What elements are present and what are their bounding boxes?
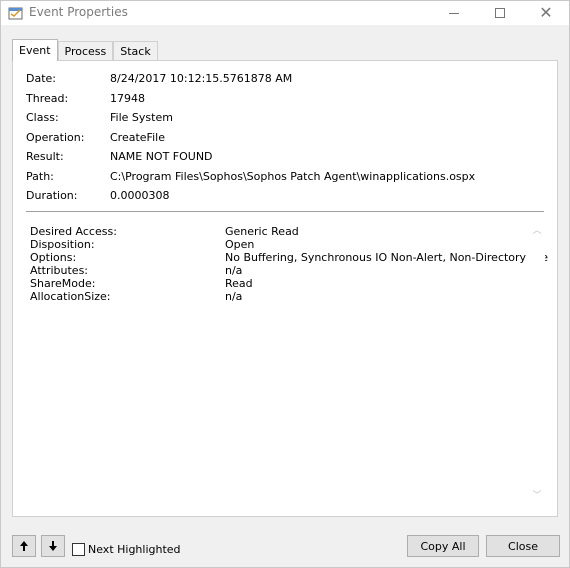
details-list[interactable]: Desired Access: Generic Read Disposition…	[26, 221, 548, 506]
detail-value: Generic Read	[225, 225, 299, 238]
arrow-up-icon	[20, 541, 28, 551]
window-title: Event Properties	[29, 5, 128, 19]
event-panel: Date: 8/24/2017 10:12:15.5761878 AM Thre…	[12, 60, 558, 517]
detail-label: AllocationSize:	[30, 290, 111, 303]
class-value: File System	[110, 111, 173, 124]
scroll-up-icon[interactable]: ︿	[532, 226, 542, 236]
operation-value: CreateFile	[110, 131, 165, 144]
result-value: NAME NOT FOUND	[110, 150, 213, 163]
previous-event-button[interactable]	[12, 535, 36, 557]
copy-all-button[interactable]: Copy All	[407, 535, 479, 557]
detail-value: Read	[225, 277, 253, 290]
close-window-button[interactable]: ✕	[523, 1, 569, 25]
minimize-icon	[449, 12, 459, 14]
maximize-button[interactable]	[477, 1, 523, 25]
tab-stack[interactable]: Stack	[113, 41, 158, 61]
scroll-down-icon[interactable]: ﹀	[532, 491, 542, 501]
path-value: C:\Program Files\Sophos\Sophos Patch Age…	[110, 170, 476, 183]
tab-strip: Event Process Stack	[12, 39, 158, 61]
detail-value: No Buffering, Synchronous IO Non-Alert, …	[225, 251, 548, 264]
event-properties-window: Event Properties ✕ Event Process Stack D…	[0, 0, 570, 568]
title-bar: Event Properties ✕	[1, 1, 569, 25]
duration-value: 0.0000308	[110, 189, 170, 202]
path-label: Path:	[26, 170, 54, 183]
detail-value: n/a	[225, 290, 243, 303]
detail-label: Desired Access:	[30, 225, 117, 238]
next-highlighted-checkbox[interactable]	[72, 543, 85, 556]
class-label: Class:	[26, 111, 59, 124]
duration-label: Duration:	[26, 189, 78, 202]
date-label: Date:	[26, 72, 56, 85]
next-highlighted-label[interactable]: Next Highlighted	[88, 543, 181, 556]
date-value: 8/24/2017 10:12:15.5761878 AM	[110, 72, 293, 85]
detail-label: Attributes:	[30, 264, 89, 277]
section-divider	[26, 211, 544, 212]
close-icon: ✕	[539, 3, 553, 22]
operation-label: Operation:	[26, 131, 85, 144]
arrow-down-icon	[49, 541, 57, 551]
maximize-icon	[495, 8, 505, 18]
detail-label: Disposition:	[30, 238, 95, 251]
tab-process[interactable]: Process	[57, 41, 114, 61]
thread-label: Thread:	[26, 92, 69, 105]
minimize-button[interactable]	[431, 1, 477, 25]
result-label: Result:	[26, 150, 64, 163]
detail-label: Options:	[30, 251, 77, 264]
close-button[interactable]: Close	[486, 535, 560, 557]
app-icon	[8, 7, 23, 20]
tab-event[interactable]: Event	[12, 39, 58, 61]
next-event-button[interactable]	[41, 535, 65, 557]
thread-value: 17948	[110, 92, 145, 105]
detail-value: Open	[225, 238, 255, 251]
details-scrollbar[interactable]: ︿ ﹀	[529, 222, 545, 505]
detail-label: ShareMode:	[30, 277, 96, 290]
detail-value: n/a	[225, 264, 243, 277]
